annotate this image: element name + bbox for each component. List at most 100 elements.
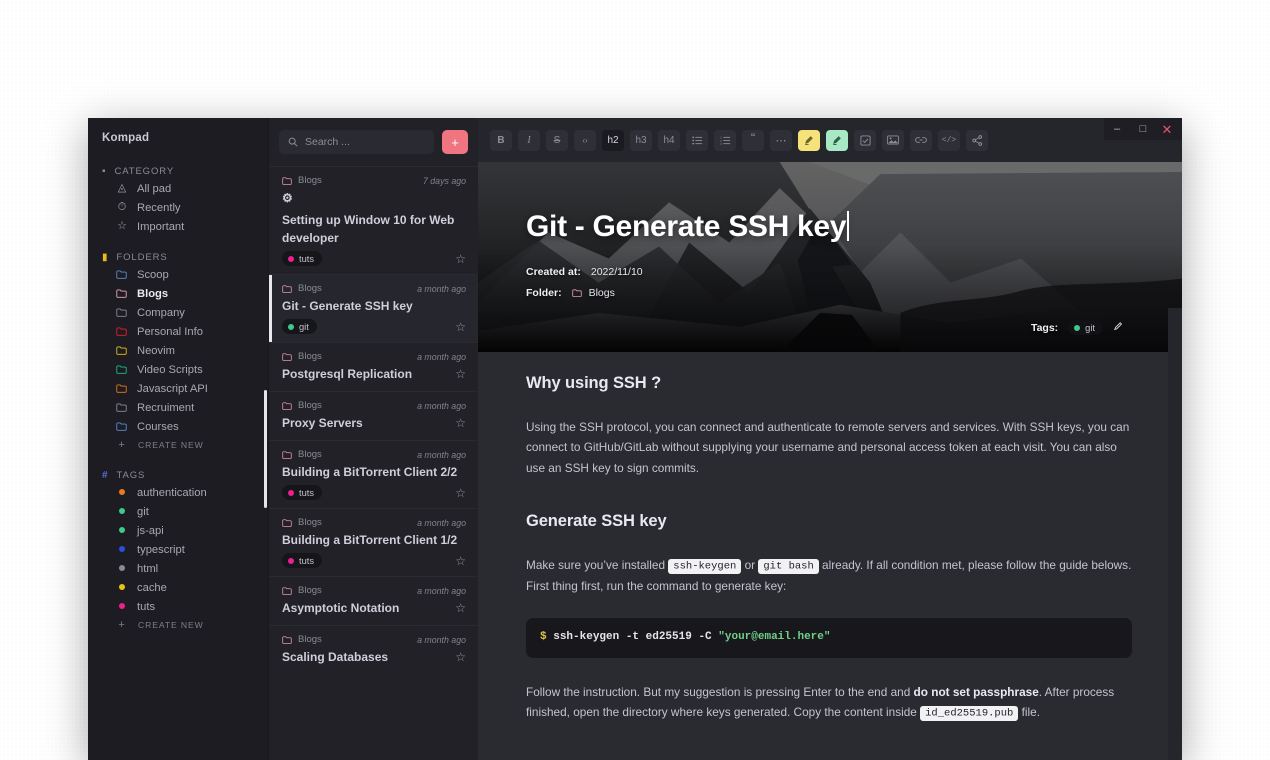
sidebar-item-all-pad[interactable]: ◬ All pad: [88, 179, 268, 198]
checkbox-button[interactable]: [854, 129, 876, 151]
note-list-item[interactable]: Blogs a month ago Building a BitTorrent …: [269, 440, 478, 508]
sidebar-tag-authentication[interactable]: authentication: [88, 483, 268, 502]
heading-3-button[interactable]: h3: [630, 129, 652, 151]
sidebar-tag-js-api[interactable]: js-api: [88, 521, 268, 540]
note-tags-area: Tags: git: [1031, 320, 1124, 335]
package-icon: ◬: [117, 182, 127, 194]
sidebar-item-blogs[interactable]: Blogs: [88, 284, 268, 303]
highlight-green-button[interactable]: [826, 129, 848, 151]
folder-icon: [116, 346, 128, 355]
note-title-text: Scaling Databases: [282, 650, 389, 664]
sidebar-item-courses[interactable]: Courses: [88, 417, 268, 436]
favorite-star-icon[interactable]: ☆: [455, 487, 466, 499]
sidebar-tag-tuts[interactable]: tuts: [88, 597, 268, 616]
link-button[interactable]: [910, 129, 932, 151]
favorite-star-icon[interactable]: ☆: [455, 555, 466, 567]
dot-icon: [288, 255, 294, 262]
note-tag-label: tuts: [299, 555, 314, 566]
note-tag-chip[interactable]: tuts: [282, 485, 322, 500]
share-button[interactable]: [966, 129, 988, 151]
edit-tags-icon[interactable]: [1113, 321, 1124, 335]
note-list-item[interactable]: Blogs a month ago Scaling Databases ☆: [269, 625, 478, 674]
ordered-list-button[interactable]: 123: [714, 129, 736, 151]
note-list-item[interactable]: Blogs a month ago Proxy Servers ☆: [269, 391, 478, 440]
favorite-star-icon[interactable]: ☆: [455, 417, 466, 429]
sidebar-item-video-scripts[interactable]: Video Scripts: [88, 360, 268, 379]
code-block-button[interactable]: </>: [938, 129, 960, 151]
notes-scroll-area: Blogs 7 days ago ⚙ Setting up Window 10 …: [269, 166, 478, 760]
content-paragraph-1: Using the SSH protocol, you can connect …: [526, 420, 1130, 475]
note-folder: Blogs: [282, 585, 322, 596]
note-title-text: Postgresql Replication: [282, 367, 413, 381]
p2-part-a: Make sure you’ve installed: [526, 557, 669, 572]
created-at-value[interactable]: 2022/11/10: [591, 266, 643, 278]
strikethrough-button[interactable]: S: [546, 129, 568, 151]
note-title-text: Git - Generate SSH key: [526, 210, 847, 243]
sidebar-item-scoop[interactable]: Scoop: [88, 265, 268, 284]
note-meta: Blogs 7 days ago: [282, 175, 466, 186]
create-new-folder-button[interactable]: + CREATE NEW: [88, 436, 268, 454]
note-tag-chip[interactable]: git: [1068, 320, 1103, 335]
search-input[interactable]: Search ...: [279, 130, 434, 154]
dot-icon: [116, 582, 128, 593]
bold-button[interactable]: B: [490, 129, 512, 151]
folder-value: Blogs: [588, 287, 615, 299]
sidebar-tag-html[interactable]: html: [88, 559, 268, 578]
sidebar-item-personal-info[interactable]: Personal Info: [88, 322, 268, 341]
note-list-item[interactable]: Blogs 7 days ago ⚙ Setting up Window 10 …: [269, 166, 478, 274]
create-new-tag-button[interactable]: + CREATE NEW: [88, 616, 268, 634]
heading-4-button[interactable]: h4: [658, 129, 680, 151]
svg-text:3: 3: [720, 142, 722, 145]
favorite-star-icon[interactable]: ☆: [455, 651, 466, 663]
note-timestamp: a month ago: [417, 400, 466, 411]
favorite-star-icon[interactable]: ☆: [455, 253, 466, 265]
bullet-list-button[interactable]: [686, 129, 708, 151]
sidebar-item-label: All pad: [137, 182, 172, 195]
favorite-star-icon[interactable]: ☆: [455, 368, 466, 380]
highlight-yellow-button[interactable]: [798, 129, 820, 151]
favorite-star-icon[interactable]: ☆: [455, 602, 466, 614]
folder-icon: [116, 422, 128, 431]
sidebar-item-javascript-api[interactable]: Javascript API: [88, 379, 268, 398]
note-title-editor[interactable]: Git - Generate SSH key: [526, 210, 849, 244]
note-tag-chip[interactable]: git: [282, 319, 317, 334]
sidebar-item-important[interactable]: ☆ Important: [88, 217, 268, 236]
sidebar-item-recently[interactable]: ⏱ Recently: [88, 198, 268, 217]
note-list-item[interactable]: Blogs a month ago Git - Generate SSH key…: [269, 274, 478, 342]
note-list-item[interactable]: Blogs a month ago Building a BitTorrent …: [269, 508, 478, 576]
close-icon[interactable]: ✕: [1156, 118, 1182, 140]
sidebar-scrollbar[interactable]: [264, 390, 267, 508]
image-button[interactable]: [882, 129, 904, 151]
sidebar-item-label: Important: [137, 220, 185, 233]
code-string: "your@email.here": [718, 631, 831, 644]
note-folder-chip[interactable]: Blogs: [571, 287, 615, 299]
dot-icon: [116, 563, 128, 574]
folder-icon: [116, 270, 128, 279]
sidebar-tag-cache[interactable]: cache: [88, 578, 268, 597]
note-list-item[interactable]: Blogs a month ago Asymptotic Notation ☆: [269, 576, 478, 625]
dot-icon: [116, 487, 128, 498]
sidebar-item-recruiment[interactable]: Recruiment: [88, 398, 268, 417]
note-content[interactable]: Why using SSH ? Using the SSH protocol, …: [478, 352, 1182, 760]
favorite-star-icon[interactable]: ☆: [455, 321, 466, 333]
sidebar-tag-git[interactable]: git: [88, 502, 268, 521]
blockquote-button[interactable]: “: [742, 129, 764, 151]
note-folder: Blogs: [282, 449, 322, 460]
note-list-item[interactable]: Blogs a month ago Postgresql Replication…: [269, 342, 478, 391]
hero-content: Git - Generate SSH key Created at: 2022/…: [478, 162, 1182, 352]
sidebar-item-company[interactable]: Company: [88, 303, 268, 322]
italic-button[interactable]: I: [518, 129, 540, 151]
minimize-icon[interactable]: –: [1104, 118, 1130, 140]
sidebar-item-neovim[interactable]: Neovim: [88, 341, 268, 360]
inline-code-button[interactable]: ‹›: [574, 129, 596, 151]
sidebar-item-label: Neovim: [137, 344, 175, 357]
horizontal-rule-button[interactable]: ⋯: [770, 129, 792, 151]
sidebar-tag-typescript[interactable]: typescript: [88, 540, 268, 559]
heading-2-button[interactable]: h2: [602, 129, 624, 151]
note-tag-chip[interactable]: tuts: [282, 251, 322, 266]
maximize-icon[interactable]: □: [1130, 118, 1156, 140]
note-tag-chip[interactable]: tuts: [282, 553, 322, 568]
note-folder: Blogs: [282, 351, 322, 362]
code-block[interactable]: $ ssh-keygen -t ed25519 -C "your@email.h…: [526, 618, 1132, 658]
add-note-button[interactable]: +: [442, 130, 468, 154]
